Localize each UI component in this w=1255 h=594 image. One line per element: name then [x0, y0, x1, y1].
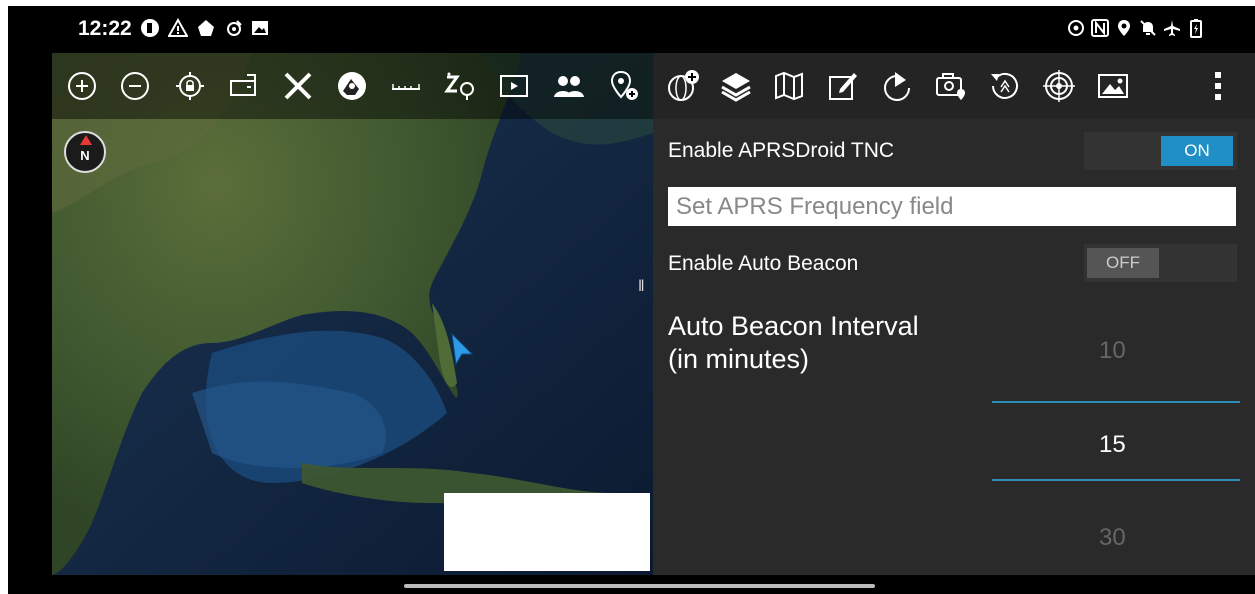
frequency-input[interactable]: [668, 187, 1236, 226]
tnc-label: Enable APRSDroid TNC: [668, 139, 895, 162]
overflow-menu-icon[interactable]: [1198, 65, 1238, 107]
status-time: 12:22: [78, 17, 132, 40]
auto-beacon-toggle-state: OFF: [1087, 248, 1159, 278]
tnc-toggle[interactable]: ON: [1084, 132, 1237, 170]
close-icon[interactable]: [278, 65, 318, 107]
status-bar: 12:22: [8, 6, 1255, 53]
reset-icon[interactable]: [985, 65, 1025, 107]
aprs-settings-panel: Enable APRSDroid TNC ON Enable Auto Beac…: [653, 119, 1255, 575]
map-toolbar-left: [52, 53, 653, 119]
notification-icon: [196, 18, 216, 38]
picker-divider-top: [992, 401, 1240, 403]
interval-label-line2: (in minutes): [668, 344, 810, 374]
interval-option[interactable]: 10: [1099, 337, 1159, 365]
zoom-in-icon[interactable]: [62, 65, 102, 107]
measure-icon[interactable]: [386, 65, 426, 107]
airplane-mode-icon: [1162, 18, 1182, 38]
add-location-icon[interactable]: [604, 65, 644, 107]
warning-icon: [167, 17, 189, 38]
compass-label: N: [80, 148, 90, 163]
auto-beacon-label: Enable Auto Beacon: [668, 252, 859, 275]
blank-overlay-box: [444, 493, 650, 571]
zoom-out-icon[interactable]: [115, 65, 155, 107]
bearing-icon[interactable]: [877, 65, 917, 107]
interval-option-selected[interactable]: 15: [1099, 431, 1159, 459]
gesture-nav-bar[interactable]: [404, 584, 875, 588]
location-tracking-icon: [1066, 18, 1086, 38]
compass-north-arrow-icon: [80, 135, 92, 145]
signal-icon: [224, 18, 244, 38]
interval-option[interactable]: 30: [1099, 524, 1159, 552]
lock-location-icon[interactable]: [170, 65, 210, 107]
add-layer-globe-icon[interactable]: [663, 65, 703, 107]
location-icon: [1114, 18, 1134, 38]
map-toolbar-right: [653, 53, 1255, 119]
contacts-icon[interactable]: [549, 65, 589, 107]
interval-label-line1: Auto Beacon Interval: [668, 311, 919, 341]
device-screen: 12:22 N ‖ Enable APRSDroid TNC ON Set AP…: [8, 6, 1255, 594]
edit-icon[interactable]: [823, 65, 863, 107]
panel-divider-handle[interactable]: ‖: [638, 278, 645, 296]
map-icon[interactable]: [769, 65, 809, 107]
play-icon[interactable]: [494, 65, 534, 107]
picker-divider-bottom: [992, 479, 1240, 481]
nfc-icon: [1090, 18, 1110, 38]
self-location-cursor-icon: [451, 332, 474, 366]
battery-charging-icon: [1186, 18, 1206, 38]
gallery-icon: [250, 18, 270, 38]
mute-icon: [1138, 18, 1158, 38]
layers-icon[interactable]: [716, 65, 756, 107]
interval-label: Auto Beacon Interval (in minutes): [668, 310, 919, 376]
image-icon[interactable]: [1093, 65, 1133, 107]
rotate-map-icon[interactable]: [224, 65, 264, 107]
distance-icon[interactable]: [440, 65, 480, 107]
rubber-sheet-icon[interactable]: [332, 65, 372, 107]
app-icon: [140, 18, 160, 38]
frequency-field[interactable]: [668, 187, 1236, 226]
auto-beacon-toggle[interactable]: OFF: [1084, 244, 1237, 282]
tnc-toggle-state: ON: [1161, 136, 1233, 166]
compass[interactable]: N: [64, 131, 106, 173]
target-icon[interactable]: [1039, 65, 1079, 107]
camera-location-icon[interactable]: [931, 65, 971, 107]
